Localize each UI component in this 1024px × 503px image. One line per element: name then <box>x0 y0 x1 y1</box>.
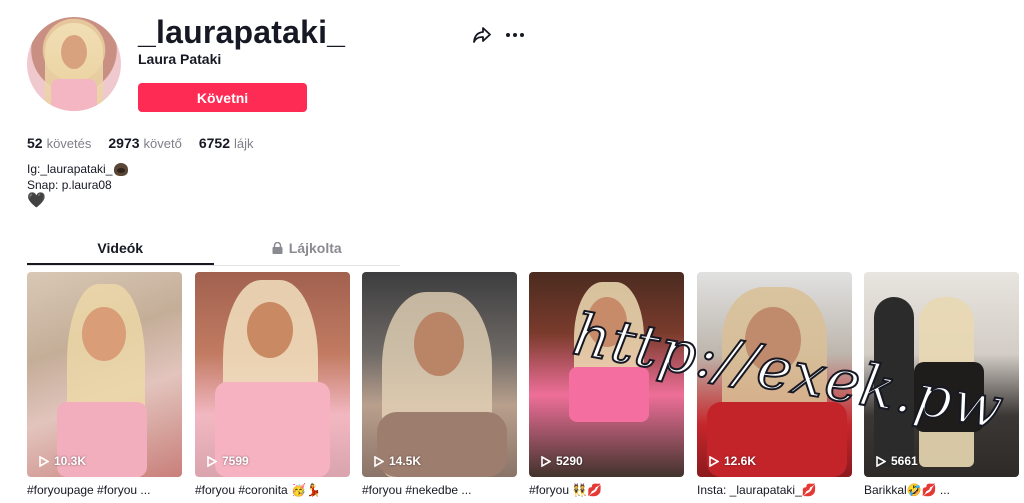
lock-icon <box>272 242 283 254</box>
stat-value: 2973 <box>108 135 140 151</box>
profile-nickname: Laura Pataki <box>138 51 222 67</box>
video-card[interactable]: 14.5K <box>362 272 517 477</box>
video-thumbnail-figure <box>874 297 914 467</box>
play-icon <box>876 455 886 467</box>
profile-tabs: Videók Lájkolta <box>27 236 400 266</box>
tab-label: Lájkolta <box>288 240 342 256</box>
video-caption[interactable]: #foryoupage #foryou ... <box>27 483 182 497</box>
video-thumbnail-face <box>587 297 627 347</box>
video-thumbnail-clothing <box>914 362 984 432</box>
play-icon <box>207 455 217 467</box>
profile-bio: Ig:_laurapataki_ Snap: p.laura08 🖤 <box>27 161 129 209</box>
likes-count: 6752 lájk <box>199 135 254 151</box>
profile-stats: 52 követés 2973 követő 6752 lájk <box>27 135 254 151</box>
view-count-value: 5290 <box>556 454 583 468</box>
view-count-value: 10.3K <box>54 454 87 468</box>
view-count: 7599 <box>207 454 249 468</box>
video-thumbnail-face <box>414 312 464 376</box>
stat-value: 6752 <box>198 135 231 151</box>
view-count: 10.3K <box>39 454 86 468</box>
followers-count[interactable]: 2973 követő <box>108 135 181 151</box>
view-count-value: 12.6K <box>724 454 757 468</box>
video-card[interactable]: 5290 <box>529 272 684 477</box>
view-count-value: 7599 <box>222 454 249 468</box>
video-thumbnail-face <box>745 307 801 373</box>
video-thumbnail-face <box>247 302 293 358</box>
video-thumbnail-clothing <box>569 367 649 422</box>
tab-liked[interactable]: Lájkolta <box>214 236 401 265</box>
avatar-face <box>61 35 87 69</box>
play-icon <box>709 455 719 467</box>
video-caption[interactable]: #foryou #nekedbe ... <box>362 483 517 497</box>
view-count: 12.6K <box>709 454 756 468</box>
avatar-top <box>51 79 97 111</box>
view-count-value: 14.5K <box>389 454 422 468</box>
view-count: 5661 <box>876 454 918 468</box>
share-icon[interactable] <box>472 25 492 45</box>
video-card[interactable]: 7599 <box>195 272 350 477</box>
video-grid: 10.3K #foryoupage #foryou ... 7599 #fory… <box>27 272 1024 503</box>
video-caption[interactable]: #foryou #coronita 🥳💃 <box>195 483 350 497</box>
black-heart-icon: 🖤 <box>27 192 46 209</box>
follow-button[interactable]: Követni <box>138 83 307 112</box>
view-count: 14.5K <box>374 454 421 468</box>
gorilla-emoji-icon <box>114 162 129 176</box>
tab-videos[interactable]: Videók <box>27 236 214 265</box>
play-icon <box>541 455 551 467</box>
more-options-icon[interactable] <box>505 26 525 44</box>
bio-line-instagram: Ig:_laurapataki_ <box>27 162 113 176</box>
profile-avatar <box>27 17 121 111</box>
play-icon <box>374 455 384 467</box>
following-count[interactable]: 52 követés <box>27 135 91 151</box>
video-thumbnail-face <box>82 307 126 361</box>
stat-label: követő <box>143 136 182 151</box>
video-card[interactable]: 12.6K <box>697 272 852 477</box>
play-icon <box>39 455 49 467</box>
video-card[interactable]: 10.3K <box>27 272 182 477</box>
stat-value: 52 <box>27 135 43 151</box>
video-card[interactable]: 5661 <box>864 272 1019 477</box>
video-caption[interactable]: Insta: _laurapataki_💋 <box>697 483 852 497</box>
video-caption[interactable]: Barikkal🤣💋 ... <box>864 483 1019 497</box>
view-count: 5290 <box>541 454 583 468</box>
stat-label: követés <box>46 136 92 151</box>
view-count-value: 5661 <box>891 454 918 468</box>
profile-username: _laurapataki_ <box>138 14 346 50</box>
bio-line-snap: Snap: p.laura08 <box>27 178 112 192</box>
stat-label: lájk <box>234 136 254 151</box>
video-caption[interactable]: #foryou 👯💋 <box>529 483 684 497</box>
tab-label: Videók <box>97 240 144 256</box>
